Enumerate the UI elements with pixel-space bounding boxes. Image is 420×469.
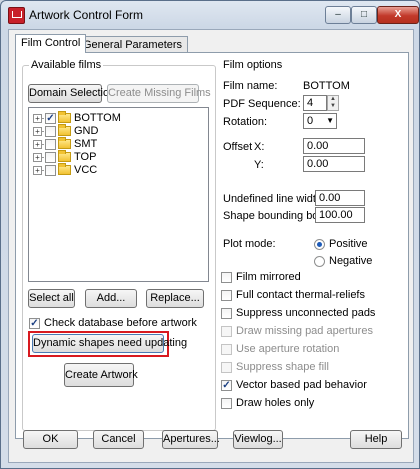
tree-row-vcc[interactable]: + VCC [29,163,199,177]
rotation-value: 0 [307,115,314,127]
offset-y-input[interactable]: 0.00 [303,156,365,172]
add-button[interactable]: Add... [85,289,137,308]
negative-label: Negative [329,255,373,267]
folder-icon [58,163,71,175]
maximize-button[interactable]: □ [351,6,377,24]
film-label: SMT [74,138,98,150]
rotation-select[interactable]: 0 ▼ [303,113,337,129]
film-checkbox[interactable] [45,152,56,163]
vector-pad-behavior-label: Vector based pad behavior [236,379,367,391]
available-films-group: Available films Domain Selection Create … [22,59,216,431]
check-database-label: Check database before artwork [44,317,197,329]
undefined-line-width-input[interactable]: 0.00 [315,190,365,206]
tab-general-parameters[interactable]: General Parameters [77,36,189,53]
film-name-label: Film name: [223,80,278,92]
tree-row-gnd[interactable]: + GND [29,124,199,138]
check-database-checkbox[interactable]: ✓ [29,318,40,329]
folder-icon [58,150,71,162]
tab-film-control[interactable]: Film Control [15,34,87,53]
artwork-control-window: Artwork Control Form – □ X Film Control … [0,0,420,469]
expand-icon[interactable]: + [33,114,42,123]
use-aperture-rotation-label: Use aperture rotation [236,343,340,355]
plot-mode-label: Plot mode: [223,238,276,250]
tree-row-smt[interactable]: + SMT [29,137,199,151]
films-tree[interactable]: + ✓ BOTTOM + GND + SMT + TOP + VCC [28,107,209,282]
expand-icon[interactable]: + [33,166,42,175]
film-name-value: BOTTOM [303,80,350,92]
offset-x-label: X: [254,141,265,153]
film-checkbox[interactable] [45,139,56,150]
pdf-sequence-input[interactable]: 4 [303,95,327,111]
vector-pad-behavior-checkbox[interactable]: ✓ [221,380,232,391]
negative-radio[interactable] [314,256,325,267]
undefined-line-width-label: Undefined line width: [223,193,326,205]
folder-icon [58,111,71,123]
create-artwork-button[interactable]: Create Artwork [64,363,138,387]
create-missing-films-button[interactable]: Create Missing Films [107,84,211,103]
positive-label: Positive [329,238,368,250]
suppress-unconnected-label: Suppress unconnected pads [236,307,376,319]
film-label: VCC [74,164,98,176]
help-button[interactable]: Help [350,430,402,449]
expand-icon[interactable]: + [33,127,42,136]
viewlog-button[interactable]: Viewlog... [233,430,283,449]
draw-missing-apertures-label: Draw missing pad apertures [236,325,373,337]
dynamic-shapes-button[interactable]: Dynamic shapes need updating [32,334,187,353]
film-checkbox[interactable] [45,165,56,176]
apertures-button[interactable]: Apertures... [162,430,220,449]
suppress-shape-fill-label: Suppress shape fill [236,361,329,373]
folder-icon [58,124,71,136]
film-control-panel: Available films Domain Selection Create … [15,52,409,439]
film-label: TOP [74,151,97,163]
film-checkbox[interactable] [45,126,56,137]
offset-x-input[interactable]: 0.00 [303,138,365,154]
pdf-sequence-spinner[interactable]: ▲ ▼ [327,95,339,111]
window-title: Artwork Control Form [29,8,144,22]
replace-button[interactable]: Replace... [146,289,204,308]
form-client-area: Film Control General Parameters Availabl… [8,29,414,463]
app-icon [8,7,25,24]
title-bar: Artwork Control Form – □ X [1,1,419,29]
full-contact-checkbox[interactable] [221,290,232,301]
spin-up-icon[interactable]: ▲ [328,96,338,103]
film-label: BOTTOM [74,112,121,124]
draw-holes-only-label: Draw holes only [236,397,315,409]
film-mirrored-checkbox[interactable] [221,272,232,283]
domain-selection-button[interactable]: Domain Selection [28,84,115,103]
film-options-group: Film options Film name: BOTTOM PDF Seque… [220,59,405,431]
spin-down-icon[interactable]: ▼ [328,103,338,110]
positive-radio[interactable] [314,239,325,250]
tree-row-bottom[interactable]: + ✓ BOTTOM [29,111,199,125]
cancel-button[interactable]: Cancel [93,430,144,449]
minimize-button[interactable]: – [325,6,351,24]
expand-icon[interactable]: + [33,153,42,162]
full-contact-label: Full contact thermal-reliefs [236,289,365,301]
folder-icon [58,137,71,149]
rotation-label: Rotation: [223,116,268,128]
shape-bounding-box-input[interactable]: 100.00 [315,207,365,223]
offset-y-label: Y: [254,159,264,171]
draw-holes-only-checkbox[interactable] [221,398,232,409]
chevron-down-icon: ▼ [326,116,334,125]
select-all-button[interactable]: Select all [28,289,75,308]
expand-icon[interactable]: + [33,140,42,149]
tree-row-top[interactable]: + TOP [29,150,199,164]
available-films-title: Available films [29,59,104,71]
shape-bounding-box-label: Shape bounding box: [223,210,327,222]
suppress-unconnected-checkbox[interactable] [221,308,232,319]
offset-label: Offset [223,141,253,153]
suppress-shape-fill-checkbox[interactable] [221,362,232,373]
pdf-sequence-label: PDF Sequence: [223,98,301,110]
film-options-title: Film options [221,59,285,71]
close-button[interactable]: X [377,6,419,24]
use-aperture-rotation-checkbox[interactable] [221,344,232,355]
film-checkbox[interactable]: ✓ [45,113,56,124]
draw-missing-apertures-checkbox[interactable] [221,326,232,337]
film-label: GND [74,125,99,137]
film-mirrored-label: Film mirrored [236,271,301,283]
ok-button[interactable]: OK [23,430,78,449]
